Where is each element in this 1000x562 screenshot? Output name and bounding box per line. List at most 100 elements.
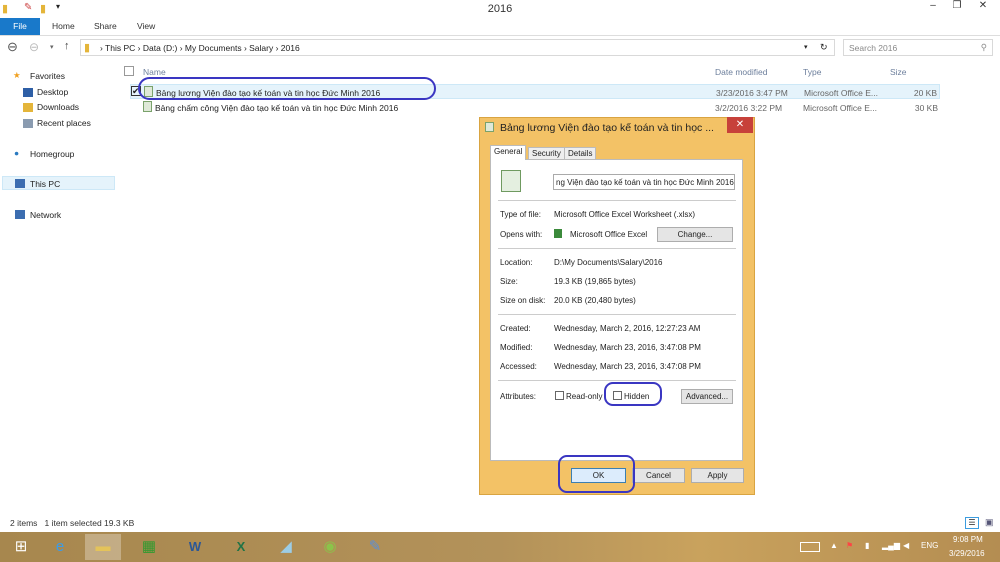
item-count: 2 items — [10, 518, 38, 528]
modified-label: Modified: — [500, 343, 533, 352]
tab-view[interactable]: View — [127, 18, 165, 35]
file-type: Microsoft Office E... — [803, 103, 878, 113]
excel-icon[interactable]: X — [223, 534, 259, 560]
minimize-button[interactable]: ‒ — [920, 0, 946, 16]
large-icons-view-icon[interactable]: ▣ — [985, 517, 994, 528]
search-input[interactable]: Search 2016 ⚲ — [843, 39, 993, 56]
nav-recent-places[interactable]: Recent places — [37, 118, 91, 128]
address-bar[interactable]: ▮ › This PC › Data (D:) › My Documents ›… — [80, 39, 835, 56]
file-date: 3/23/2016 3:47 PM — [716, 88, 788, 98]
divider — [498, 314, 736, 315]
size-on-disk-label: Size on disk: — [500, 296, 546, 305]
nav-homegroup[interactable]: Homegroup — [30, 149, 74, 159]
read-only-checkbox[interactable] — [555, 391, 564, 400]
touch-keyboard-icon[interactable] — [800, 542, 820, 552]
nav-downloads[interactable]: Downloads — [37, 102, 79, 112]
crumb-my-documents[interactable]: My Documents — [185, 43, 242, 53]
opens-with-label: Opens with: — [500, 230, 543, 239]
downloads-icon — [23, 103, 33, 112]
volume-icon[interactable]: ◀ — [903, 541, 909, 550]
tab-home[interactable]: Home — [42, 18, 85, 35]
crumb-salary[interactable]: Salary — [249, 43, 273, 53]
size-value: 19.3 KB (19,865 bytes) — [554, 277, 636, 286]
forward-button[interactable]: ⊖ — [29, 40, 39, 54]
nav-favorites[interactable]: Favorites — [30, 71, 65, 81]
network-signal-icon[interactable]: ▂▄▆ — [882, 541, 900, 550]
address-dropdown-icon[interactable]: ▾ — [804, 43, 808, 51]
excel-file-icon — [485, 122, 494, 132]
nav-network[interactable]: Network — [30, 210, 61, 220]
type-value: Microsoft Office Excel Worksheet (.xlsx) — [554, 210, 696, 219]
column-size[interactable]: Size — [890, 67, 907, 77]
crumb-this-pc[interactable]: This PC — [105, 43, 135, 53]
file-name: Bảng chấm công Viện đào tạo kế toán và t… — [155, 103, 399, 113]
selection-info: 1 item selected 19.3 KB — [44, 518, 135, 528]
file-type: Microsoft Office E... — [804, 88, 879, 98]
start-button[interactable]: ⊞ — [3, 534, 39, 560]
opens-with-value: Microsoft Office Excel — [570, 230, 648, 239]
created-value: Wednesday, March 2, 2016, 12:27:23 AM — [554, 324, 701, 333]
apply-button[interactable]: Apply — [691, 468, 744, 483]
divider — [498, 200, 736, 201]
up-button[interactable]: ↑ — [64, 40, 70, 52]
close-button[interactable]: ✕ — [970, 0, 996, 16]
read-only-label: Read-only — [566, 392, 603, 401]
crumb-data-d[interactable]: Data (D:) — [143, 43, 177, 53]
annotation-circle — [138, 77, 436, 100]
modified-value: Wednesday, March 23, 2016, 3:47:08 PM — [554, 343, 701, 352]
attributes-label: Attributes: — [500, 392, 537, 401]
change-button[interactable]: Change... — [657, 227, 733, 242]
dialog-close-button[interactable]: ✕ — [727, 117, 753, 133]
internet-explorer-icon[interactable]: e — [42, 534, 78, 560]
select-all-checkbox[interactable] — [124, 66, 134, 76]
location-value: D:\My Documents\Salary\2016 — [554, 258, 663, 267]
excel-file-icon — [143, 101, 152, 112]
action-center-icon[interactable]: ⚑ — [846, 541, 853, 550]
column-date-modified[interactable]: Date modified — [715, 67, 767, 77]
clock-date[interactable]: 3/29/2016 — [949, 549, 985, 558]
folder-icon: ▮ — [84, 42, 91, 54]
tab-share[interactable]: Share — [84, 18, 127, 35]
language-indicator[interactable]: ENG — [921, 541, 938, 550]
paint-icon[interactable]: ✎ — [357, 534, 393, 560]
status-bar: 2 items 1 item selected 19.3 KB — [10, 518, 134, 528]
filename-input[interactable]: ng Viện đào tạo kế toán và tin học Đức M… — [553, 174, 735, 190]
word-icon[interactable]: W — [177, 534, 213, 560]
refresh-icon[interactable]: ↻ — [820, 42, 828, 53]
maximize-button[interactable]: ❐ — [944, 0, 970, 16]
store-icon[interactable]: ▦ — [131, 534, 167, 560]
search-placeholder: Search 2016 — [849, 43, 898, 53]
nav-desktop[interactable]: Desktop — [37, 87, 68, 97]
type-label: Type of file: — [500, 210, 541, 219]
file-explorer-icon[interactable]: ▬ — [85, 534, 121, 560]
cancel-button[interactable]: Cancel — [632, 468, 685, 483]
power-icon[interactable]: ▮ — [865, 541, 869, 550]
accessed-value: Wednesday, March 23, 2016, 3:47:08 PM — [554, 362, 701, 371]
location-label: Location: — [500, 258, 533, 267]
tab-general[interactable]: General — [490, 145, 527, 160]
size-on-disk-value: 20.0 KB (20,480 bytes) — [554, 296, 636, 305]
excel-app-icon — [554, 229, 562, 238]
advanced-button[interactable]: Advanced... — [681, 389, 733, 404]
column-name[interactable]: Name — [143, 67, 166, 77]
tab-details[interactable]: Details — [564, 147, 597, 160]
app-icon[interactable]: ◢ — [268, 534, 304, 560]
clock-time[interactable]: 9:08 PM — [953, 535, 983, 544]
show-hidden-icons[interactable]: ▲ — [830, 541, 838, 550]
recent-places-icon — [23, 119, 33, 128]
desktop-icon — [23, 88, 33, 97]
nav-this-pc[interactable]: This PC — [30, 179, 60, 189]
tab-file[interactable]: File — [0, 18, 40, 35]
file-row[interactable]: Bảng chấm công Viện đào tạo kế toán và t… — [130, 100, 940, 115]
homegroup-icon: ● — [14, 148, 20, 158]
recent-locations-icon[interactable]: ▾ — [50, 43, 54, 51]
crumb-2016[interactable]: 2016 — [281, 43, 300, 53]
tab-security[interactable]: Security — [528, 147, 565, 160]
column-type[interactable]: Type — [803, 67, 821, 77]
back-button[interactable]: ⊖ — [7, 39, 18, 55]
annotation-circle — [604, 382, 662, 406]
file-size: 30 KB — [914, 103, 938, 113]
details-view-icon[interactable]: ☰ — [965, 517, 979, 529]
divider — [498, 380, 736, 381]
coccoc-browser-icon[interactable]: ◉ — [312, 534, 348, 560]
